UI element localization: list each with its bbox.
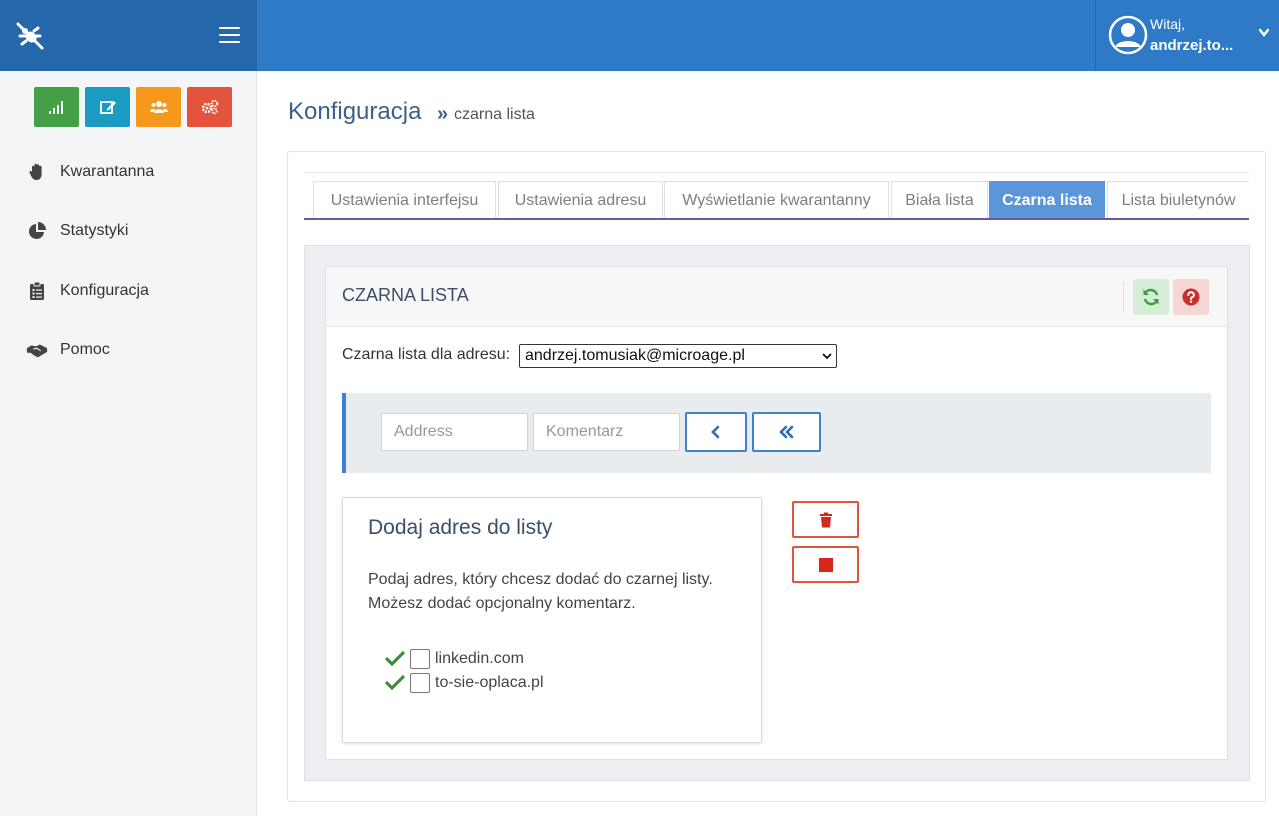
tab-ustawienia-adresu[interactable]: Ustawienia adresu: [498, 181, 663, 218]
comment-input[interactable]: Komentarz: [533, 413, 680, 451]
quick-users-button[interactable]: [136, 87, 181, 127]
sidebar-item-label: Kwarantanna: [60, 163, 155, 180]
add-all-button[interactable]: [752, 412, 821, 452]
tab-lista-biuletynow[interactable]: Lista biuletynów: [1107, 181, 1249, 218]
sidebar-item-label: Konfiguracja: [60, 282, 149, 299]
info-title: Dodaj adres do listy: [368, 516, 553, 539]
quick-edit-button[interactable]: [85, 87, 130, 127]
hand-icon: [26, 161, 48, 183]
help-button[interactable]: [1173, 279, 1209, 315]
info-text-line: Możesz dodać opcjonalny komentarz.: [368, 595, 636, 612]
tab-czarna-lista[interactable]: Czarna lista: [989, 181, 1105, 218]
sidebar-item-statystyki[interactable]: Statystyki: [26, 219, 128, 243]
quick-buttons: [34, 87, 232, 127]
handshake-icon: [26, 339, 48, 361]
user-avatar-icon: [1108, 15, 1148, 55]
chevron-down-icon: [1258, 28, 1270, 38]
sidebar-item-label: Pomoc: [60, 341, 110, 358]
pie-chart-icon: [26, 220, 48, 242]
delete-button[interactable]: [792, 501, 859, 538]
refresh-icon: [1143, 288, 1159, 306]
entry-address: to-sie-oplaca.pl: [435, 674, 544, 691]
check-icon: [385, 651, 405, 667]
top-bar: Witaj, andrzej.to...: [0, 0, 1279, 71]
username-label: andrzej.to...: [1150, 37, 1234, 54]
panel-title: CZARNA LISTA: [342, 285, 469, 305]
check-icon: [385, 675, 405, 691]
user-menu[interactable]: Witaj, andrzej.to...: [1095, 0, 1279, 71]
tab-biala-lista[interactable]: Biała lista: [891, 181, 988, 218]
sidebar-item-pomoc[interactable]: Pomoc: [26, 338, 110, 362]
menu-toggle-icon[interactable]: [219, 27, 240, 43]
double-chevron-left-icon: [778, 425, 793, 439]
address-input[interactable]: Address: [381, 413, 528, 451]
logo-bug-icon[interactable]: [14, 20, 46, 52]
clear-button[interactable]: [792, 546, 859, 583]
clipboard-icon: [26, 280, 48, 302]
sidebar-item-label: Statystyki: [60, 222, 129, 239]
sidebar: Kwarantanna Statystyki Konfiguracja Pomo…: [0, 71, 257, 816]
breadcrumb: czarna lista: [454, 106, 535, 123]
users-icon: [149, 101, 168, 113]
quick-stats-button[interactable]: [34, 87, 79, 127]
panel-header: CZARNA LISTA: [326, 267, 1227, 327]
entry-address: linkedin.com: [435, 650, 524, 667]
tab-ustawienia-interfejsu[interactable]: Ustawienia interfejsu: [313, 181, 496, 218]
logo-area: [0, 0, 257, 71]
chevron-down-icon: [822, 353, 832, 360]
cogs-icon: [201, 99, 218, 115]
edit-icon: [99, 101, 116, 114]
breadcrumb-separator: »: [437, 103, 449, 125]
info-description: Podaj adres, który chcesz dodać do czarn…: [368, 568, 748, 616]
address-select-label: Czarna lista dla adresu:: [342, 346, 511, 363]
entry-checkbox[interactable]: [410, 649, 430, 669]
add-selected-button[interactable]: [685, 412, 747, 452]
address-select[interactable]: andrzej.tomusiak@microage.pl: [519, 344, 837, 368]
sidebar-item-kwarantanna[interactable]: Kwarantanna: [26, 160, 154, 184]
tab-wyswietlanie-kwarantanny[interactable]: Wyświetlanie kwarantanny: [664, 181, 889, 218]
info-text-line: Podaj adres, który chcesz dodać do czarn…: [368, 571, 713, 588]
blacklist-box: Dodaj adres do listy Podaj adres, który …: [342, 497, 762, 743]
page-title: Konfiguracja: [288, 98, 422, 125]
signal-bars-icon: [48, 101, 63, 114]
add-entry-form: Address Komentarz: [342, 393, 1211, 473]
refresh-button[interactable]: [1133, 279, 1169, 315]
chevron-left-icon: [711, 425, 720, 439]
address-select-value: andrzej.tomusiak@microage.pl: [525, 347, 745, 364]
quick-settings-button[interactable]: [187, 87, 232, 127]
stop-square-icon: [818, 557, 833, 572]
question-circle-icon: [1182, 288, 1200, 306]
list-item: linkedin.com: [385, 648, 524, 670]
header-divider: [1123, 281, 1124, 313]
greeting-label: Witaj,: [1150, 16, 1185, 32]
trash-icon: [819, 512, 832, 527]
sidebar-item-konfiguracja[interactable]: Konfiguracja: [26, 279, 149, 303]
tab-bar: Ustawienia interfejsu Ustawienia adresu …: [304, 172, 1249, 220]
list-item: to-sie-oplaca.pl: [385, 672, 544, 694]
entry-checkbox[interactable]: [410, 673, 430, 693]
